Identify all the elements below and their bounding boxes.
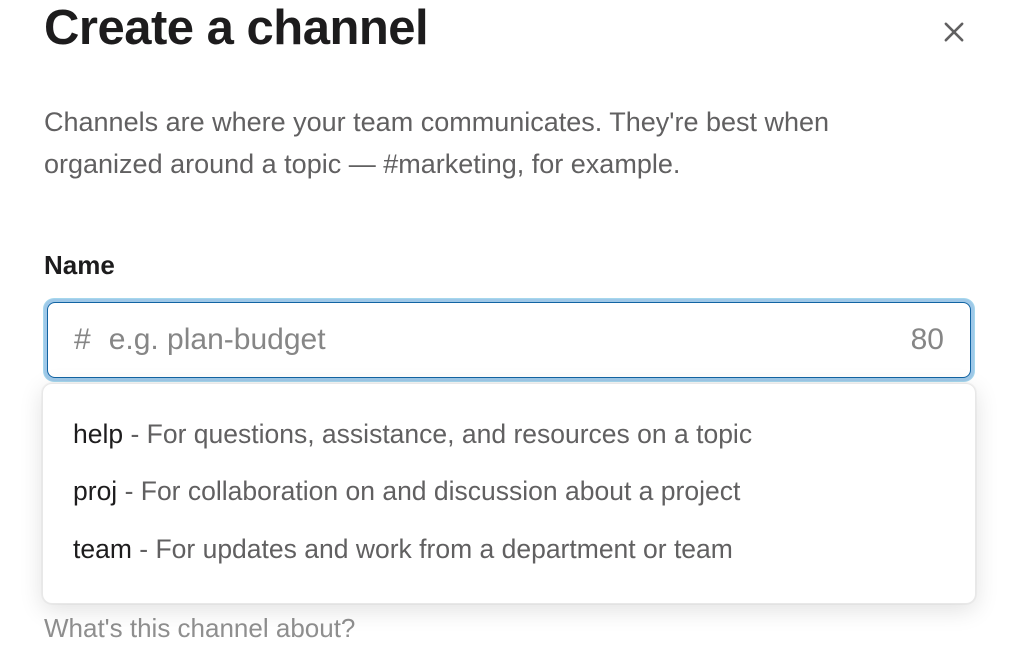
close-button[interactable] bbox=[934, 12, 974, 52]
name-field-wrap: # 80 help - For questions, assistance, a… bbox=[44, 299, 974, 381]
hash-icon: # bbox=[74, 323, 91, 357]
suggestion-prefix: proj bbox=[73, 476, 117, 506]
suggestion-item-help[interactable]: help - For questions, assistance, and re… bbox=[43, 406, 975, 464]
suggestion-prefix: team bbox=[73, 534, 132, 564]
description-helper-text: What's this channel about? bbox=[44, 613, 974, 644]
suggestion-desc: - For collaboration on and discussion ab… bbox=[117, 476, 740, 506]
suggestion-desc: - For questions, assistance, and resourc… bbox=[123, 419, 752, 449]
dialog-header: Create a channel bbox=[44, 0, 974, 56]
dialog-title: Create a channel bbox=[44, 2, 428, 56]
char-count: 80 bbox=[911, 323, 944, 357]
suggestion-desc: - For updates and work from a department… bbox=[132, 534, 733, 564]
suggestion-prefix: help bbox=[73, 419, 123, 449]
channel-name-input[interactable] bbox=[109, 323, 895, 357]
suggestion-item-team[interactable]: team - For updates and work from a depar… bbox=[43, 521, 975, 579]
name-input-container: # 80 bbox=[47, 302, 971, 378]
name-input-focus-ring: # 80 bbox=[44, 299, 974, 381]
suggestion-dropdown: help - For questions, assistance, and re… bbox=[42, 383, 976, 604]
close-icon bbox=[940, 18, 968, 46]
suggestion-item-proj[interactable]: proj - For collaboration on and discussi… bbox=[43, 463, 975, 521]
name-field-label: Name bbox=[44, 250, 974, 281]
dialog-description: Channels are where your team communicate… bbox=[44, 102, 914, 186]
